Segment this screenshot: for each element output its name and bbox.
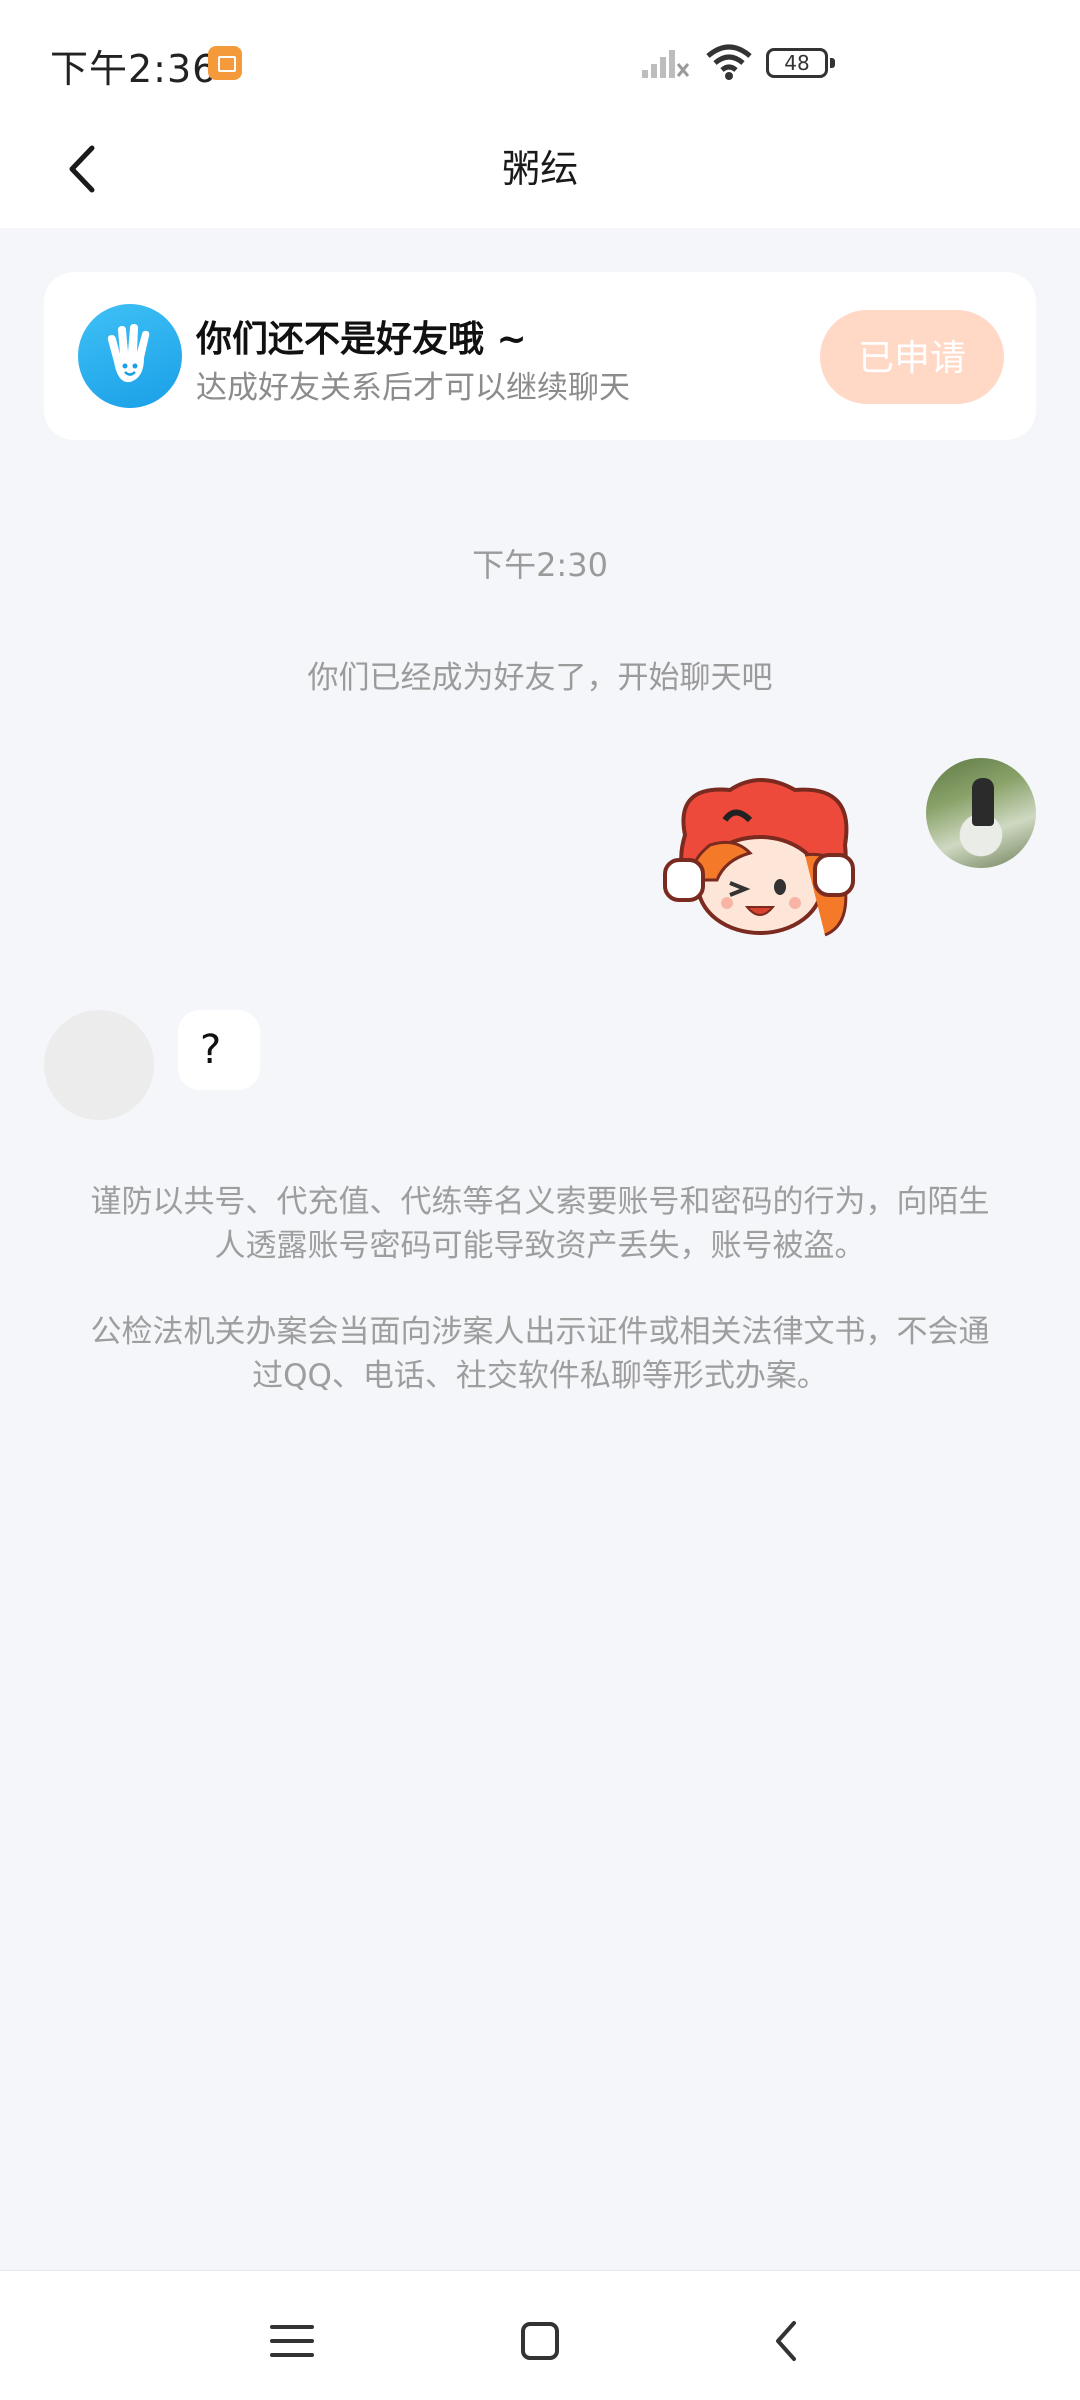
sticker-message[interactable] xyxy=(655,775,865,950)
friend-request-card: 你们还不是好友哦 ~ 达成好友关系后才可以继续聊天 已申请 xyxy=(44,272,1036,440)
incoming-message-bubble[interactable]: ? xyxy=(178,1010,260,1090)
wifi-icon xyxy=(706,44,752,80)
system-message: 你们已经成为好友了，开始聊天吧 xyxy=(307,660,773,696)
status-time: 下午2:36 xyxy=(50,47,218,91)
message-timestamp: 下午2:30 xyxy=(472,546,608,584)
menu-icon[interactable] xyxy=(262,2311,322,2371)
friend-card-title: 你们还不是好友哦 ~ xyxy=(196,319,527,360)
security-notice-account: 谨防以共号、代充值、代练等名义索要账号和密码的行为，向陌生人透露账号密码可能导致… xyxy=(90,1184,990,1264)
header: 粥纭 xyxy=(0,110,1080,228)
page-title: 粥纭 xyxy=(501,147,578,191)
system-nav-bar xyxy=(0,2270,1080,2400)
friend-card-subtitle: 达成好友关系后才可以继续聊天 xyxy=(196,370,630,406)
battery-level: 48 xyxy=(766,48,835,78)
hand-wave-icon xyxy=(78,304,182,408)
contact-avatar[interactable] xyxy=(44,1010,154,1120)
status-bar: 下午2:36 48 xyxy=(0,0,1080,110)
security-notice-police: 公检法机关办案会当面向涉案人出示证件或相关法律文书，不会通过QQ、电话、社交软件… xyxy=(90,1314,990,1394)
app-notification-icon xyxy=(208,46,242,80)
signal-icon xyxy=(642,50,690,78)
applied-button[interactable]: 已申请 xyxy=(820,310,1004,404)
home-square-icon[interactable] xyxy=(510,2311,570,2371)
nav-back-icon[interactable] xyxy=(758,2311,818,2371)
my-avatar[interactable] xyxy=(926,758,1036,868)
